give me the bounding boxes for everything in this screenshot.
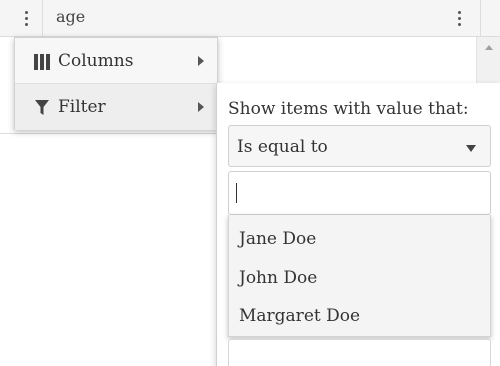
vertical-scrollbar[interactable] <box>476 37 500 83</box>
autocomplete-item[interactable]: John Doe <box>239 268 317 288</box>
menu-item-filter-label: Filter <box>58 97 106 117</box>
menu-item-columns-label: Columns <box>58 51 134 71</box>
column-options-kebab-icon[interactable] <box>454 9 466 27</box>
chevron-right-icon <box>198 56 204 66</box>
filter-heading: Show items with value that: <box>228 99 469 119</box>
filter-funnel-icon <box>35 100 49 115</box>
autocomplete-item[interactable]: Margaret Doe <box>239 306 360 326</box>
autocomplete-item[interactable]: Jane Doe <box>239 229 316 249</box>
grid-row-divider <box>0 133 218 134</box>
columns-icon <box>34 54 50 70</box>
filter-panel: Show items with value that: Is equal to … <box>216 83 500 366</box>
scroll-up-arrow-icon[interactable] <box>485 45 493 50</box>
column-header-label[interactable]: age <box>56 7 85 26</box>
filter-operator-value: Is equal to <box>237 137 328 157</box>
kebab-menu-icon[interactable] <box>21 9 33 27</box>
menu-item-filter[interactable]: Filter <box>15 84 217 130</box>
text-cursor <box>236 183 237 203</box>
header-divider <box>480 0 481 36</box>
header-menu-cell[interactable] <box>0 0 43 36</box>
filter-value-input[interactable] <box>228 171 491 215</box>
filter-operator-select[interactable]: Is equal to <box>228 125 491 167</box>
grid-header: age <box>0 0 500 37</box>
second-filter-select[interactable] <box>228 339 491 366</box>
menu-item-columns[interactable]: Columns <box>15 38 217 84</box>
column-menu: Columns Filter <box>14 37 218 130</box>
autocomplete-list: Jane Doe John Doe Margaret Doe <box>228 215 491 337</box>
chevron-right-icon <box>198 102 204 112</box>
caret-down-icon <box>466 145 476 152</box>
